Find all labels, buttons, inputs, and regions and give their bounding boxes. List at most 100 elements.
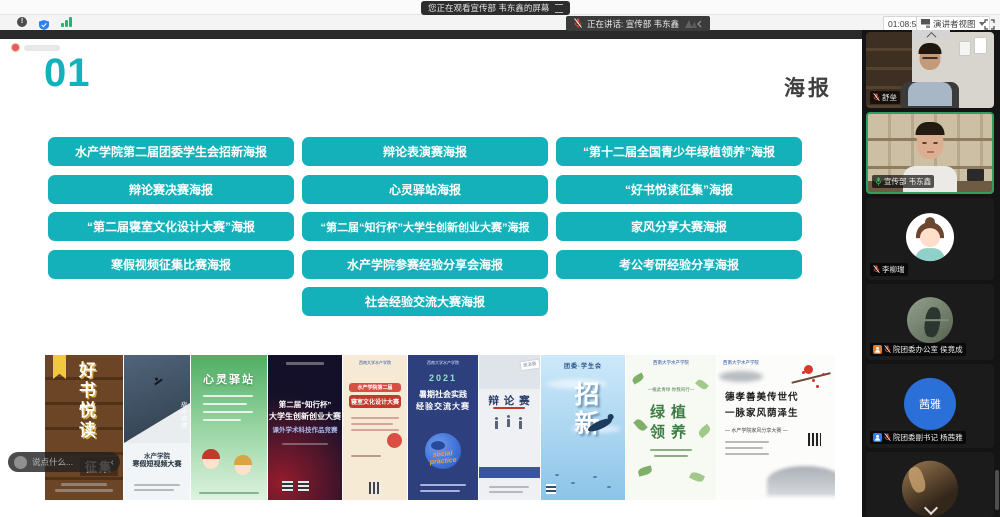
poster-deco (555, 474, 559, 476)
participant-name: 舒垒 (882, 92, 897, 103)
participant-video-5[interactable]: 茜雅 院团委副书记 杨茜雅 (866, 364, 994, 448)
poster-deco (351, 417, 399, 419)
poster-qr-code (546, 484, 556, 494)
poster-deco (134, 484, 180, 486)
poster-deco (822, 373, 825, 376)
poster-deco (420, 490, 460, 492)
poster-figure (495, 421, 498, 429)
poster-subtitle: 课外学术科技作品竞赛 (268, 424, 342, 434)
poster-deco (351, 429, 399, 431)
poster-shehui-shijian: 西南大学水产学院 2021 暑期社会实践 经验交流大赛 socialpracti… (408, 355, 478, 500)
poster-title: 经验交流大赛 (408, 401, 478, 412)
poster-deco (654, 455, 688, 457)
slide-button: 水产学院第二届团委学生会招新海报 (48, 137, 294, 166)
participant-label: 李柳瑞 (870, 263, 908, 276)
participant-name: 李柳瑞 (882, 264, 905, 275)
poster-subtitle: 团委·学生会 (541, 361, 625, 370)
participant-video-6[interactable] (866, 452, 994, 517)
poster-mountain (719, 371, 763, 382)
poster-qr-code (808, 433, 821, 446)
poster-deco (55, 489, 113, 492)
sidebar-collapse-button[interactable] (912, 30, 950, 40)
role-badge-icon (873, 433, 882, 442)
poster-leaf (631, 372, 645, 384)
slide-button: 辩论表演赛海报 (302, 137, 548, 166)
poster-lvzhi-lingyang: 西南大学水产学院 —植此青绿·你我同行— 绿植 领养 (626, 355, 716, 500)
participants-sidebar: 舒垒 宣传部 韦东鑫 (862, 30, 1000, 517)
poster-deco (203, 419, 241, 421)
poster-deco (593, 476, 597, 478)
muted-mic-icon (873, 93, 880, 102)
poster-deco (203, 395, 253, 397)
slide-button-center: 社会经验交流大赛海报 (302, 287, 548, 316)
participant-video-4[interactable]: 院团委办公室 侯竟成 (866, 284, 994, 360)
slide-button: 辩论赛决赛海报 (48, 175, 294, 204)
avatar (907, 297, 953, 343)
participant-video-3[interactable]: 李柳瑞 (866, 198, 994, 280)
poster-sun (804, 365, 813, 374)
poster-deco (812, 379, 815, 382)
avatar: 茜雅 (904, 378, 956, 430)
poster-jiafeng: 西南大学水产学院 德孝善美传世代 一脉家风荫泽生 — 水产学院家风分享大赛 — (717, 355, 835, 500)
watching-banner-label: 您正在观看宣传部 韦东鑫的屏幕 (428, 2, 549, 14)
poster-mountain (767, 466, 835, 496)
slide-button: 心灵驿站海报 (302, 175, 548, 204)
poster-deco (351, 455, 381, 457)
video-bg (960, 42, 970, 55)
person-body (908, 82, 952, 106)
sidebar-scrollbar[interactable] (995, 470, 999, 510)
poster-zhaoxin: 团委·学生会 招新 (541, 355, 625, 500)
chat-avatar-icon (14, 456, 27, 469)
banner-menu-icon[interactable] (555, 4, 563, 13)
poster-deco (61, 483, 107, 486)
poster-slogan: —植此青绿·你我同行— (626, 387, 716, 393)
poster-qr-code (369, 482, 381, 494)
poster-seal (387, 433, 402, 448)
network-signal-icon[interactable] (61, 17, 72, 27)
poster-deco (479, 467, 540, 478)
speaker-view-icon (921, 19, 930, 28)
meeting-info-icon[interactable]: ! (17, 17, 27, 27)
participant-name: 院团委副书记 杨茜雅 (893, 432, 963, 443)
chat-bubble[interactable]: 说点什么... ‹ (8, 452, 120, 472)
poster-school-logo: 西南大学水产学院 (343, 360, 407, 366)
poster-leaf (637, 465, 653, 476)
security-shield-icon[interactable] (39, 17, 49, 27)
person-face (917, 126, 944, 159)
poster-thumbnails-row: 好书悦读 征集 指尖燃情 水产学院 寒假短视频大赛 心灵驿站 (45, 355, 835, 500)
poster-deco (725, 453, 769, 455)
poster-deco (420, 484, 466, 486)
poster-title: 第二届“知行杯” (268, 399, 342, 410)
poster-deco (816, 385, 819, 388)
poster-caption: 指尖燃情 (178, 401, 187, 429)
monitor (967, 169, 984, 181)
poster-school-logo: 西南大学水产学院 (408, 360, 478, 366)
record-indicator-icon (11, 43, 20, 52)
slide-button: “第二届寝室文化设计大赛”海报 (48, 212, 294, 241)
slide-button: “好书悦读征集”海报 (556, 175, 802, 204)
poster-deco (650, 449, 692, 451)
poster-title: 水产学院第二届 (349, 383, 401, 392)
video-bg (975, 38, 986, 53)
poster-deco (203, 403, 247, 405)
poster-deco (607, 486, 611, 488)
poster-cartoon-child (203, 453, 219, 469)
avatar-initials: 茜雅 (919, 396, 941, 412)
poster-year: 2021 (408, 373, 478, 383)
poster-leaf (689, 470, 705, 483)
poster-subtitle: 寒假短视频大赛 (124, 459, 190, 469)
speaking-toast: 正在讲话: 宣传部 韦东鑫 (566, 16, 710, 31)
participant-video-2[interactable]: 宣传部 韦东鑫 (866, 112, 994, 194)
poster-deco (725, 441, 769, 443)
participant-label: 宣传部 韦东鑫 (872, 175, 934, 188)
chevron-left-icon[interactable]: ‹ (111, 457, 114, 468)
toolbar-strip (0, 15, 1000, 30)
watching-banner[interactable]: 您正在观看宣传部 韦东鑫的屏幕 (421, 1, 570, 15)
chevron-up-icon (926, 31, 936, 41)
participant-label: 院团委办公室 侯竟成 (870, 343, 966, 356)
view-mode-button[interactable]: 演讲者视图 (916, 16, 990, 31)
slide-button: 考公考研经验分享海报 (556, 250, 802, 279)
participant-video-1[interactable]: 舒垒 (866, 32, 994, 108)
role-badge-icon (873, 345, 882, 354)
participant-label: 院团委副书记 杨茜雅 (870, 431, 966, 444)
